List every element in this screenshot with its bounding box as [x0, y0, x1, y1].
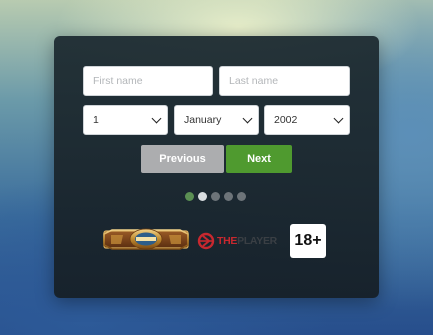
last-name-input[interactable] — [229, 75, 349, 87]
age-restriction-badge: 18+ — [290, 224, 326, 258]
theplayer-logo: THEPLAYER — [197, 232, 277, 250]
chevron-down-icon — [151, 113, 162, 124]
first-name-input[interactable] — [93, 75, 212, 87]
signup-panel: 1 January 2002 Previous Next — [54, 36, 379, 298]
month-select[interactable]: January — [174, 105, 259, 135]
chevron-down-icon — [333, 113, 344, 124]
theplayer-icon — [197, 232, 215, 250]
step-dot — [211, 192, 220, 201]
casino-badge-logo — [103, 228, 189, 250]
last-name-field[interactable] — [219, 66, 350, 96]
step-indicator — [185, 192, 246, 201]
year-value: 2002 — [274, 114, 298, 126]
step-dot — [224, 192, 233, 201]
step-dot-current — [198, 192, 207, 201]
step-dot — [237, 192, 246, 201]
month-value: January — [184, 114, 222, 126]
previous-button[interactable]: Previous — [141, 145, 224, 173]
next-button[interactable]: Next — [226, 145, 292, 173]
theplayer-text-gray: PLAYER — [237, 234, 277, 247]
year-select[interactable]: 2002 — [264, 105, 350, 135]
day-select[interactable]: 1 — [83, 105, 168, 135]
step-dot — [185, 192, 194, 201]
first-name-field[interactable] — [83, 66, 213, 96]
theplayer-text-red: THE — [217, 234, 238, 247]
chevron-down-icon — [242, 113, 253, 124]
day-value: 1 — [93, 114, 99, 126]
